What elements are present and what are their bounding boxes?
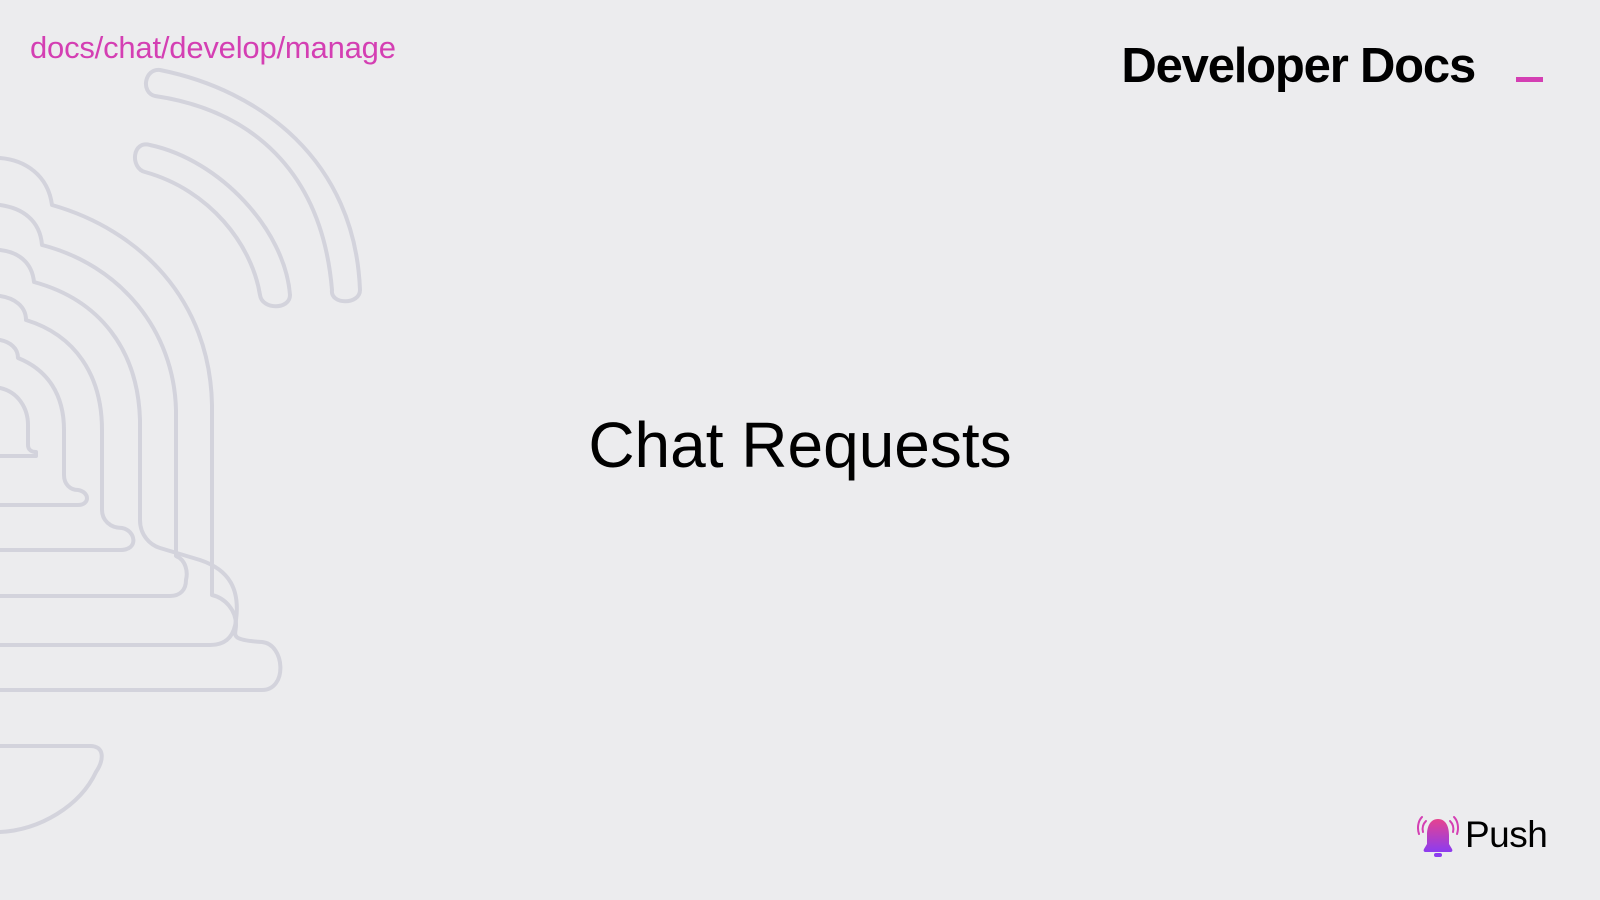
developer-docs-title: Developer Docs bbox=[1121, 39, 1476, 93]
cursor-underscore-icon bbox=[1516, 77, 1543, 82]
breadcrumb[interactable]: docs/chat/develop/manage bbox=[30, 28, 396, 68]
page-title-text: Chat Requests bbox=[588, 409, 1012, 481]
push-logo[interactable]: Push bbox=[1417, 811, 1548, 859]
page-title: Chat Requests bbox=[0, 405, 1600, 485]
logo-text: Push bbox=[1465, 814, 1548, 855]
bell-icon bbox=[1417, 816, 1459, 857]
